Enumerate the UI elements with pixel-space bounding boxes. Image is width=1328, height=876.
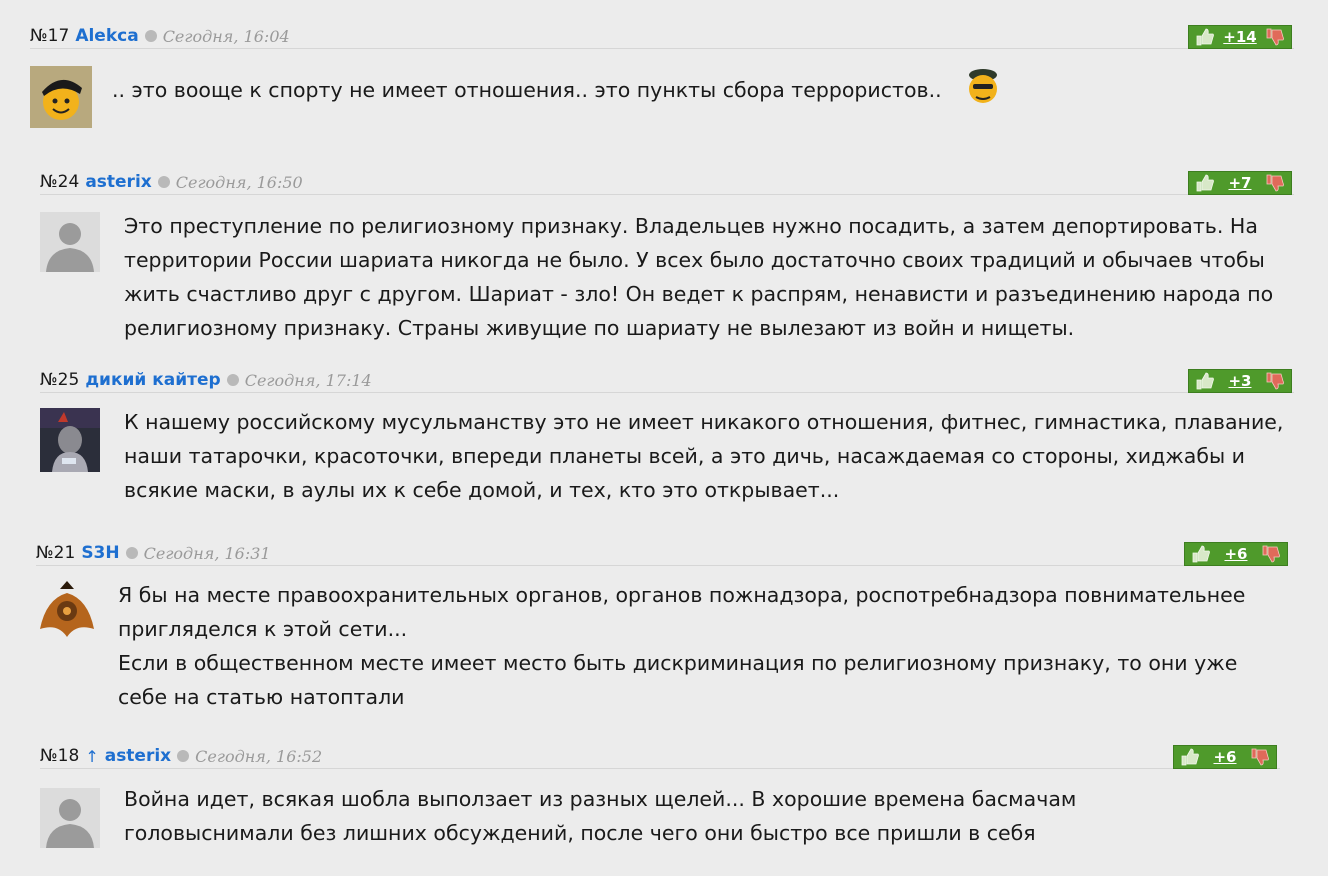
vote-box: +6 [1184,542,1288,566]
comment-date: Сегодня, 16:52 [195,746,323,766]
reply-arrow-icon[interactable]: ↑ [85,747,98,766]
comment-paragraph: Это преступление по религиозному признак… [124,214,1274,340]
online-status-dot [125,547,138,559]
comment-date: Сегодня, 17:14 [244,370,372,390]
vote-box: +6 [1173,745,1277,769]
emblem-avatar[interactable] [36,579,98,643]
comment-text: К нашему российскому мусульманству это н… [124,405,1294,507]
online-status-dot [144,30,157,42]
comment-paragraph: Если в общественном месте имеет место бы… [118,651,1238,709]
comment-number: №18 [40,746,80,766]
comment-number: №21 [36,543,76,563]
author-link[interactable]: asterix [85,172,151,192]
comment-paragraph: К нашему российскому мусульманству это н… [124,410,1284,502]
thumb-up-icon[interactable] [1195,174,1215,192]
vote-score[interactable]: +6 [1213,748,1236,766]
vote-box: +7 [1188,171,1292,195]
online-status-dot [177,750,190,762]
thumb-down-icon[interactable] [1265,174,1285,192]
comment-header: №17 Alekca Сегодня, 16:04 [30,24,290,48]
comment-text: Я бы на месте правоохранительных органов… [118,578,1288,714]
default-user-avatar[interactable] [40,212,100,272]
author-link[interactable]: asterix [105,746,171,766]
vote-score[interactable]: +3 [1228,372,1251,390]
author-link[interactable]: дикий кайтер [85,370,220,390]
vote-box: +3 [1188,369,1292,393]
header-divider [40,768,1280,769]
comment-paragraph: .. это вооще к спорту не имеет отношения… [112,78,942,102]
comment: №21 S3H Сегодня, 16:31 +6 Я бы на месте … [36,541,1288,711]
comment-header: №21 S3H Сегодня, 16:31 [36,541,271,565]
comment-header: №24 asterix Сегодня, 16:50 [40,170,303,194]
header-divider [40,392,1294,393]
comment-text: Это преступление по религиозному признак… [124,209,1294,345]
vote-score[interactable]: +6 [1224,545,1247,563]
thumb-down-icon[interactable] [1261,545,1281,563]
smiley-soldier-emoji [962,66,1004,116]
smiley-cap-avatar[interactable] [30,66,92,128]
thumb-up-icon[interactable] [1195,28,1215,46]
comment-text: .. это вооще к спорту не имеет отношения… [112,66,1292,116]
comment-number: №25 [40,370,80,390]
photo-avatar[interactable] [40,408,100,472]
author-link[interactable]: Alekca [75,26,138,46]
thumb-up-icon[interactable] [1191,545,1211,563]
author-link[interactable]: S3H [81,543,119,563]
comment-header: №25 дикий кайтер Сегодня, 17:14 [40,368,372,392]
comment: №18 ↑ asterix Сегодня, 16:52 +6 Война ид… [40,744,1280,864]
comment: №24 asterix Сегодня, 16:50 +7 Это престу… [40,170,1294,345]
comment: №17 Alekca Сегодня, 16:04 +14 .. это воо… [30,24,1294,134]
comment-paragraph: Я бы на месте правоохранительных органов… [118,583,1246,641]
default-user-avatar[interactable] [40,788,100,848]
vote-score[interactable]: +14 [1223,28,1256,46]
comment-date: Сегодня, 16:04 [162,26,290,46]
online-status-dot [157,176,170,188]
comment: №25 дикий кайтер Сегодня, 17:14 +3 К наш… [40,368,1294,508]
thumb-up-icon[interactable] [1195,372,1215,390]
online-status-dot [226,374,239,386]
vote-box: +14 [1188,25,1292,49]
thumb-down-icon[interactable] [1265,28,1285,46]
thumb-up-icon[interactable] [1180,748,1200,766]
comment-date: Сегодня, 16:50 [175,172,303,192]
comment-text: Война идет, всякая шобла выползает из ра… [124,782,1124,850]
header-divider [40,194,1294,195]
comment-date: Сегодня, 16:31 [143,543,271,563]
header-divider [36,565,1288,566]
thumb-down-icon[interactable] [1265,372,1285,390]
header-divider [30,48,1294,49]
comment-number: №17 [30,26,70,46]
vote-score[interactable]: +7 [1228,174,1251,192]
comment-header: №18 ↑ asterix Сегодня, 16:52 [40,744,322,768]
comment-number: №24 [40,172,80,192]
thumb-down-icon[interactable] [1250,748,1270,766]
comment-paragraph: Война идет, всякая шобла выползает из ра… [124,787,1077,845]
